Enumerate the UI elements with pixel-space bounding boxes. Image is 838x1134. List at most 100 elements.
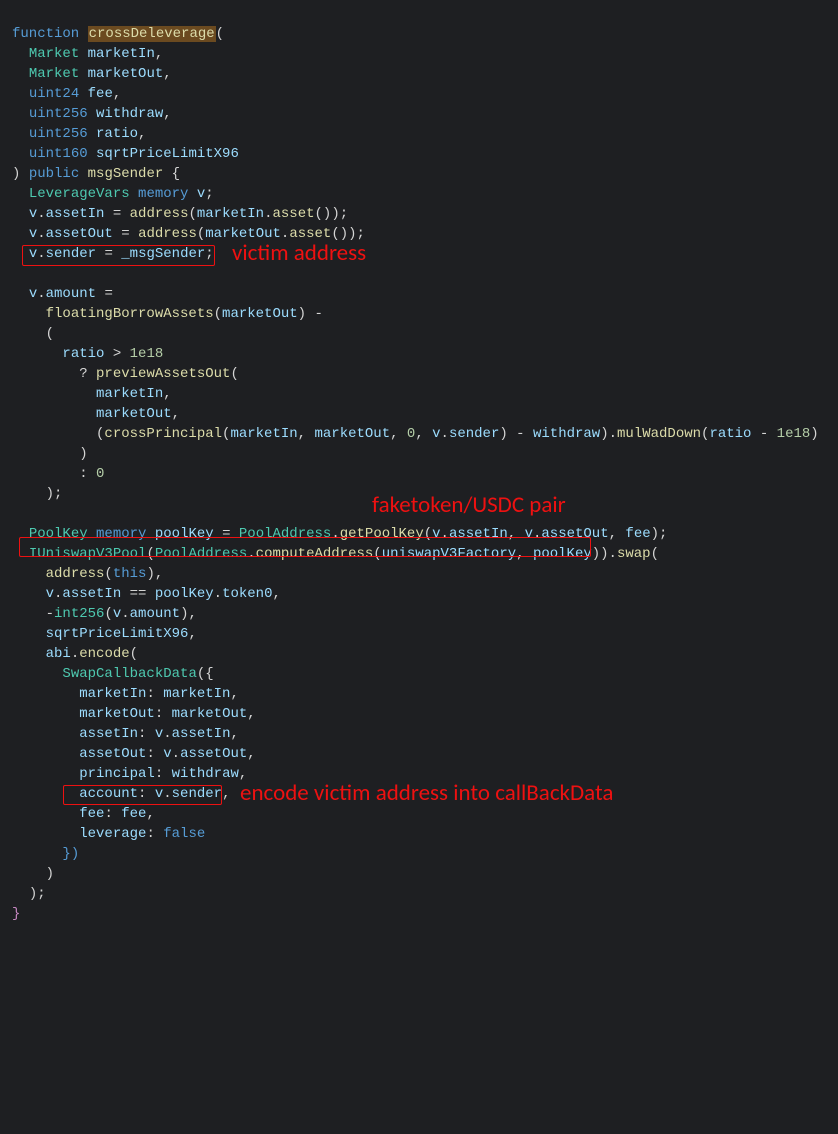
tok-var: v	[46, 586, 54, 602]
tok: .	[163, 786, 171, 802]
tok-key: fee	[79, 806, 104, 822]
tok: ,	[163, 106, 171, 122]
tok: )	[79, 446, 87, 462]
tok-var: poolKey	[155, 586, 214, 602]
tok: =	[104, 206, 129, 222]
tok: ,	[247, 706, 255, 722]
tok: (	[46, 326, 54, 342]
tok: =	[214, 526, 239, 542]
tok-var: v	[29, 246, 37, 262]
tok-var: v	[432, 526, 440, 542]
tok-key: assetOut	[79, 746, 146, 762]
tok-var: abi	[46, 646, 71, 662]
tok-var: v	[29, 226, 37, 242]
tok: .	[37, 286, 45, 302]
tok-var: v	[432, 426, 440, 442]
tok-var: v	[113, 606, 121, 622]
tok-key: leverage	[79, 826, 146, 842]
tok-var: ratio	[62, 346, 104, 362]
tok: ),	[180, 606, 197, 622]
annotation-label-victim-address: victim address	[232, 243, 366, 263]
tok-type: Market	[29, 66, 79, 82]
tok-type: SwapCallbackData	[62, 666, 196, 682]
tok-var: ratio	[96, 126, 138, 142]
tok-num: 0	[96, 466, 104, 482]
tok-var: _msgSender	[121, 246, 205, 262]
tok: =	[96, 286, 113, 302]
tok-var: marketIn	[197, 206, 264, 222]
tok-var: assetOut	[541, 526, 608, 542]
tok: .	[37, 246, 45, 262]
tok: .	[71, 646, 79, 662]
tok: (	[130, 646, 138, 662]
tok-keyword: public	[29, 166, 79, 182]
tok: (	[424, 526, 432, 542]
tok: .	[441, 526, 449, 542]
tok-func: getPoolKey	[340, 526, 424, 542]
tok-var: marketOut	[222, 306, 298, 322]
tok: :	[79, 466, 96, 482]
tok: ,	[113, 86, 121, 102]
tok: .	[37, 226, 45, 242]
tok-num: 1e18	[130, 346, 164, 362]
tok-var: assetIn	[449, 526, 508, 542]
tok-var: marketOut	[88, 66, 164, 82]
tok: })	[62, 846, 79, 862]
tok: ,	[230, 726, 238, 742]
tok-var: withdraw	[96, 106, 163, 122]
tok-func: encode	[79, 646, 129, 662]
tok-func: asset	[289, 226, 331, 242]
tok-var: marketOut	[96, 406, 172, 422]
tok: (	[373, 546, 381, 562]
tok: (	[230, 366, 238, 382]
tok: ({	[197, 666, 214, 682]
tok-var: withdraw	[172, 766, 239, 782]
tok: ());	[315, 206, 349, 222]
tok-type: int256	[54, 606, 104, 622]
tok-var: ratio	[709, 426, 751, 442]
tok: ,	[390, 426, 407, 442]
tok-var: sender	[449, 426, 499, 442]
tok: ,	[163, 386, 171, 402]
tok-keyword: function	[12, 26, 79, 42]
tok: (	[104, 606, 112, 622]
tok-type: IUniswapV3Pool	[29, 546, 147, 562]
tok: (	[104, 566, 112, 582]
tok: );	[29, 886, 46, 902]
tok: :	[146, 746, 163, 762]
tok-var: assetIn	[46, 206, 105, 222]
tok-var: marketOut	[314, 426, 390, 442]
tok: ,	[138, 126, 146, 142]
tok: :	[104, 806, 121, 822]
tok: ,	[188, 626, 196, 642]
tok-func: swap	[617, 546, 651, 562]
tok-key: assetIn	[79, 726, 138, 742]
tok-type: PoolAddress	[239, 526, 331, 542]
tok: )	[810, 426, 818, 442]
tok-var: poolKey	[533, 546, 592, 562]
tok: ,	[609, 526, 626, 542]
tok: .	[172, 746, 180, 762]
tok: (	[216, 26, 224, 42]
tok-var: marketIn	[230, 426, 297, 442]
tok: =	[113, 226, 138, 242]
annotation-label-callback-data: encode victim address into callBackData	[240, 783, 613, 803]
tok-keyword: memory	[138, 186, 188, 202]
tok: ,	[239, 766, 247, 782]
tok-var: v	[155, 726, 163, 742]
tok-num: 1e18	[777, 426, 811, 442]
tok: ,	[230, 686, 238, 702]
tok-var: amount	[130, 606, 180, 622]
tok-func: address	[138, 226, 197, 242]
tok: :	[155, 766, 172, 782]
tok-var: marketOut	[172, 706, 248, 722]
tok-var: fee	[121, 806, 146, 822]
tok: ,	[172, 406, 180, 422]
tok: .	[37, 206, 45, 222]
tok-var: marketIn	[88, 46, 155, 62]
tok: (	[651, 546, 659, 562]
tok-func: address	[46, 566, 105, 582]
tok-key: principal	[79, 766, 155, 782]
tok-var: assetIn	[62, 586, 121, 602]
tok-var: withdraw	[533, 426, 600, 442]
